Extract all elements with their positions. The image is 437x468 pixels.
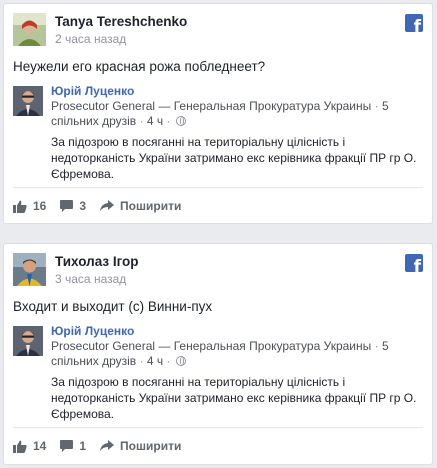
comment-count: 1 — [79, 439, 87, 453]
shared-time[interactable]: 4 ч — [147, 354, 163, 368]
thumbs-up-icon — [13, 200, 27, 213]
divider — [13, 427, 423, 428]
divider — [13, 187, 423, 188]
shared-text: За підозрою в посяганні на територіальну… — [51, 135, 417, 181]
globe-icon — [175, 116, 186, 126]
post-timestamp[interactable]: 2 часа назад — [55, 32, 126, 46]
facebook-logo-icon: f — [405, 14, 423, 32]
comment-button[interactable]: 1 — [60, 439, 86, 453]
share-label: Поширити — [120, 439, 182, 453]
shared-text: За підозрою в посяганні на територіальну… — [51, 375, 417, 421]
shared-avatar[interactable] — [13, 326, 43, 356]
author-name[interactable]: Тихолаз Ігор — [55, 254, 139, 269]
shared-time[interactable]: 4 ч — [147, 114, 163, 128]
share-button[interactable]: Поширити — [100, 199, 181, 213]
shared-author-name[interactable]: Юрій Луценко — [51, 84, 134, 98]
shared-author-name[interactable]: Юрій Луценко — [51, 324, 134, 338]
facebook-logo-icon: f — [405, 254, 423, 272]
avatar[interactable] — [13, 13, 46, 46]
post-card: Tanya Tereshchenko 2 часа назад f Неужел… — [3, 3, 433, 224]
post-actions: 16 3 Поширити — [13, 196, 423, 216]
author-name[interactable]: Tanya Tereshchenko — [55, 14, 187, 29]
shared-page-title[interactable]: Prosecutor General — Генеральная Прокура… — [51, 99, 371, 113]
thumbs-up-icon — [13, 440, 27, 453]
share-label: Поширити — [120, 199, 182, 213]
like-count: 14 — [33, 439, 47, 453]
post-actions: 14 1 Поширити — [13, 436, 423, 456]
comment-bubble-icon — [60, 200, 74, 212]
comment-count: 3 — [79, 199, 87, 213]
shared-meta: Prosecutor General — Генеральная Прокура… — [51, 339, 389, 368]
share-arrow-icon — [100, 440, 115, 451]
shared-page-title[interactable]: Prosecutor General — Генеральная Прокура… — [51, 339, 371, 353]
post-text: Входит и выходит (с) Винни-пух — [13, 299, 213, 314]
comment-button[interactable]: 3 — [60, 199, 86, 213]
post-timestamp[interactable]: 3 часа назад — [55, 272, 126, 286]
share-button[interactable]: Поширити — [100, 439, 181, 453]
like-button[interactable]: 14 — [13, 439, 46, 453]
share-arrow-icon — [100, 200, 115, 211]
globe-icon — [175, 356, 186, 366]
shared-avatar[interactable] — [13, 86, 43, 116]
post-text: Неужели его красная рожа побледнеет? — [13, 59, 266, 74]
avatar[interactable] — [13, 253, 46, 286]
like-count: 16 — [33, 199, 47, 213]
like-button[interactable]: 16 — [13, 199, 46, 213]
comment-bubble-icon — [60, 440, 74, 452]
shared-meta: Prosecutor General — Генеральная Прокура… — [51, 99, 389, 128]
post-card: Тихолаз Ігор 3 часа назад f Входит и вых… — [3, 243, 433, 465]
